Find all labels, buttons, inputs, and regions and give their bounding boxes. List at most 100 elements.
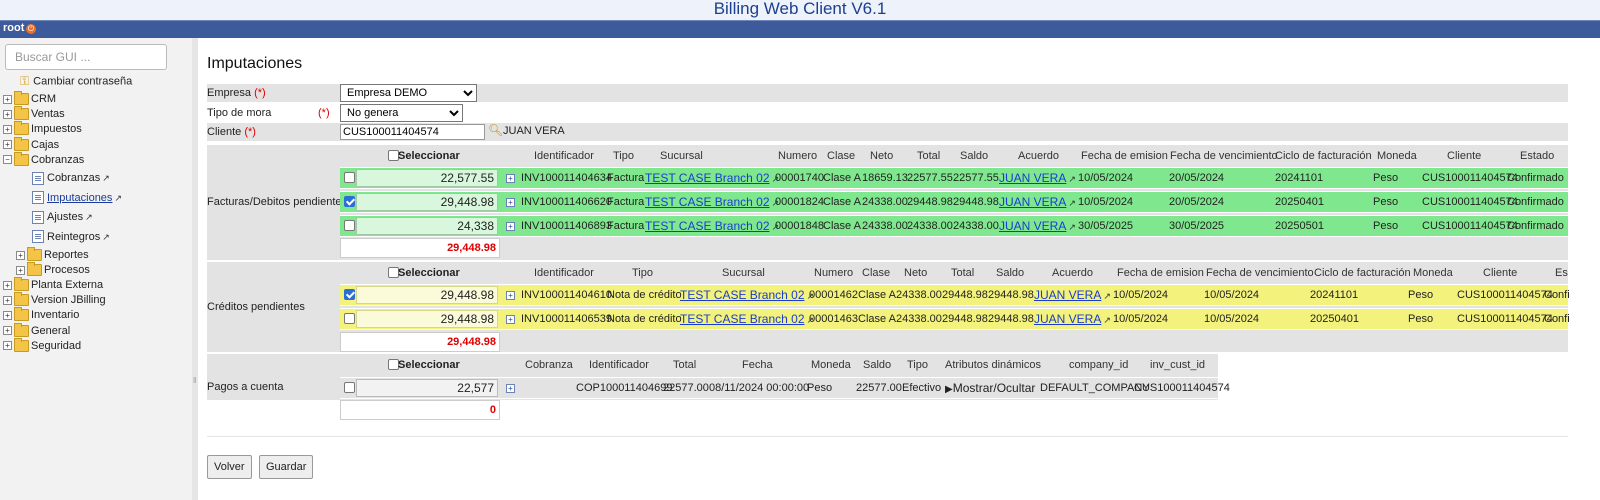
creditos-numero-text: 00001463	[809, 313, 858, 325]
creditos-cell-sucursal[interactable]: TEST CASE Branch 02 ↗	[680, 285, 814, 305]
facturas-cell-acuerdo[interactable]: JUAN VERA ↗	[999, 192, 1076, 212]
facturas-acuerdo-text[interactable]: JUAN VERA	[999, 219, 1066, 233]
facturas-amount-input[interactable]: 22,577.55	[356, 169, 498, 187]
sidebar-subfolder-0[interactable]: + Reportes	[16, 247, 89, 263]
facturas-row-checkbox[interactable]	[344, 196, 355, 207]
facturas-sucursal-text[interactable]: TEST CASE Branch 02	[645, 219, 770, 233]
sidebar-child-3[interactable]: Reintegros ↗	[32, 230, 110, 245]
creditos-cell-cliente: CUS100011404574	[1457, 309, 1553, 329]
sidebar-item-after-0-label: Planta Externa	[31, 279, 104, 291]
empresa-select[interactable]: Empresa DEMO	[340, 84, 477, 102]
sidebar-item-2[interactable]: + Impuestos	[3, 121, 82, 137]
expand-row-icon[interactable]: +	[506, 291, 515, 300]
creditos-amount-input[interactable]: 29,448.98	[356, 310, 498, 328]
mora-select[interactable]: No genera	[340, 104, 463, 122]
facturas-acuerdo-text[interactable]: JUAN VERA	[999, 195, 1066, 209]
sidebar-child-2[interactable]: Ajustes ↗	[32, 210, 93, 225]
sidebar-subfolder-0-expander[interactable]: +	[16, 250, 25, 260]
sidebar-item-0[interactable]: + CRM	[3, 91, 56, 107]
folder-icon	[14, 277, 29, 292]
creditos-select-label: Seleccionar	[398, 267, 460, 279]
pagos-header-0: Cobranza	[525, 359, 573, 371]
sidebar-item-after-4-expander[interactable]: +	[3, 341, 12, 351]
sidebar-item-after-3-expander[interactable]: +	[3, 326, 12, 336]
facturas-cell-sucursal[interactable]: TEST CASE Branch 02 ↗	[645, 168, 779, 188]
sidebar-item-after-2[interactable]: + Inventario	[3, 307, 79, 323]
facturas-amount-input[interactable]: 24,338	[356, 217, 498, 235]
expand-row-icon[interactable]: +	[506, 222, 515, 231]
creditos-cell-sucursal[interactable]: TEST CASE Branch 02 ↗	[680, 309, 814, 329]
power-icon[interactable]: ⏻	[26, 24, 36, 34]
facturas-amount-input[interactable]: 29,448.98	[356, 193, 498, 211]
facturas-header-6: Total	[917, 150, 941, 162]
sidebar-subfolder-1[interactable]: + Procesos	[16, 262, 90, 278]
sidebar-item-3-expander[interactable]: +	[3, 140, 12, 150]
facturas-cell-acuerdo[interactable]: JUAN VERA ↗	[999, 168, 1076, 188]
sidebar-child-1[interactable]: Imputaciones ↗	[32, 191, 122, 206]
expand-row-icon[interactable]: +	[506, 174, 515, 183]
creditos-acuerdo-text[interactable]: JUAN VERA	[1034, 288, 1101, 302]
facturas-cell-acuerdo[interactable]: JUAN VERA ↗	[999, 216, 1076, 236]
mostrar-ocultar-toggle[interactable]: Mostrar/Ocultar	[953, 381, 1036, 395]
creditos-cell-acuerdo[interactable]: JUAN VERA ↗	[1034, 309, 1111, 329]
sidebar-item-after-1-expander[interactable]: +	[3, 295, 12, 305]
pagos-cell-atributos[interactable]: ▶Mostrar/Ocultar	[945, 378, 1035, 398]
facturas-cell-sucursal[interactable]: TEST CASE Branch 02 ↗	[645, 192, 779, 212]
creditos-row-checkbox[interactable]	[344, 289, 355, 300]
sidebar-item-1-expander[interactable]: +	[3, 109, 12, 119]
sidebar-item-4-expander[interactable]: −	[3, 155, 12, 165]
save-button[interactable]: Guardar	[259, 455, 314, 479]
back-button[interactable]: Volver	[207, 455, 252, 479]
sidebar-item-after-3[interactable]: + General	[3, 322, 70, 339]
sidebar-item-3[interactable]: + Cajas	[3, 136, 59, 153]
sidebar-item-after-1[interactable]: + Version JBilling	[3, 292, 106, 308]
facturas-sucursal-text[interactable]: TEST CASE Branch 02	[645, 195, 770, 209]
gui-search-input[interactable]	[5, 44, 167, 70]
expand-row-icon[interactable]: +	[506, 198, 515, 207]
creditos-header-4: Clase	[862, 267, 891, 279]
facturas-sucursal-text[interactable]: TEST CASE Branch 02	[645, 171, 770, 185]
sidebar-item-after-0[interactable]: + Planta Externa	[3, 277, 104, 293]
sidebar-splitter[interactable]: ‖	[192, 38, 198, 500]
creditos-header-11: Ciclo de facturación	[1314, 267, 1411, 279]
folder-icon	[14, 151, 29, 166]
expand-row-icon[interactable]: +	[506, 384, 515, 393]
creditos-sucursal-text[interactable]: TEST CASE Branch 02	[680, 312, 805, 326]
creditos-sucursal-text[interactable]: TEST CASE Branch 02	[680, 288, 805, 302]
expand-row-icon[interactable]: +	[506, 315, 515, 324]
sidebar-item-after-0-expander[interactable]: +	[3, 280, 12, 290]
sidebar-subfolder-1-expander[interactable]: +	[16, 265, 25, 275]
pagos-cell-id: COP100011404699	[576, 378, 672, 398]
creditos-cell-estado: Confi	[1544, 285, 1570, 305]
sidebar-item-2-expander[interactable]: +	[3, 124, 12, 134]
sidebar-child-0[interactable]: Cobranzas ↗	[32, 171, 110, 186]
creditos-amount-input[interactable]: 29,448.98	[356, 286, 498, 304]
facturas-cell-emision: 30/05/2025	[1078, 216, 1133, 236]
pagos-row-checkbox[interactable]	[344, 382, 355, 393]
creditos-row-checkbox[interactable]	[344, 313, 355, 324]
facturas-row-checkbox[interactable]	[344, 172, 355, 183]
facturas-cell-sucursal[interactable]: TEST CASE Branch 02 ↗	[645, 216, 779, 236]
sidebar-item-after-4[interactable]: + Seguridad	[3, 337, 81, 354]
creditos-clase-text: Clase A	[858, 289, 896, 301]
creditos-cell-acuerdo[interactable]: JUAN VERA ↗	[1034, 285, 1111, 305]
pagos-cell-cust: CUS100011404574	[1134, 378, 1230, 398]
sidebar-item-1[interactable]: + Ventas	[3, 106, 65, 122]
facturas-acuerdo-text[interactable]: JUAN VERA	[999, 171, 1066, 185]
change-password-link[interactable]: ⚿ Cambiar contraseña	[20, 74, 132, 89]
sidebar-item-after-2-expander[interactable]: +	[3, 310, 12, 320]
search-icon[interactable]: 🔍︎	[488, 123, 503, 137]
creditos-total-text: 29448.98	[942, 289, 988, 301]
facturas-label: Facturas/Debitos pendientes	[207, 196, 348, 208]
sidebar-item-4[interactable]: − Cobranzas	[3, 151, 84, 168]
facturas-id-text: INV100011404634	[521, 172, 612, 184]
facturas-row-checkbox[interactable]	[344, 220, 355, 231]
creditos-cell-clase: Clase A	[858, 309, 896, 329]
facturas-moneda-text: Peso	[1373, 172, 1399, 184]
cliente-input[interactable]	[340, 124, 485, 140]
pagos-amount-input[interactable]: 22,577	[356, 379, 498, 397]
sidebar-item-0-expander[interactable]: +	[3, 94, 12, 104]
divider	[207, 436, 1568, 437]
creditos-header-9: Fecha de emision	[1117, 267, 1204, 279]
creditos-acuerdo-text[interactable]: JUAN VERA	[1034, 312, 1101, 326]
